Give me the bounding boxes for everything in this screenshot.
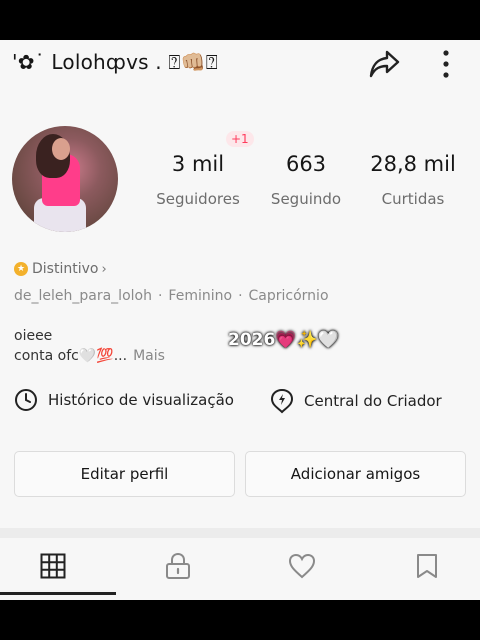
active-tab-indicator [0, 592, 116, 595]
share-button[interactable] [366, 46, 402, 82]
username[interactable]: '✿˙ Lolohȹvs . ⍰👊🏼⍰ [12, 50, 218, 74]
more-options-button[interactable] [432, 46, 460, 82]
bio: oieee conta ofc🤍💯... Mais [14, 326, 165, 366]
new-followers-badge: +1 [226, 131, 254, 147]
avatar-photo-part [52, 138, 70, 160]
heart-icon [288, 553, 316, 579]
share-arrow-icon [369, 50, 400, 78]
tab-liked[interactable] [282, 548, 322, 584]
watch-history-label: Histórico de visualização [48, 391, 234, 409]
add-friends-button[interactable]: Adicionar amigos [245, 451, 466, 497]
tag-gender: Feminino [168, 288, 233, 304]
tab-videos[interactable] [33, 548, 73, 584]
creator-center-label: Central do Criador [304, 392, 442, 410]
stat-label: Curtidas [381, 190, 445, 208]
bookmark-icon [417, 554, 437, 578]
content-tabs [0, 538, 480, 600]
tag-username[interactable]: de_leleh_para_loloh [14, 288, 152, 304]
bio-line: conta ofc🤍💯... [14, 348, 128, 364]
profile-screen: '✿˙ Lolohȹvs . ⍰👊🏼⍰ +1 3 mil Seguidores … [0, 40, 480, 600]
top-bar: '✿˙ Lolohȹvs . ⍰👊🏼⍰ [0, 40, 480, 88]
stat-value: 28,8 mil [370, 152, 456, 176]
bio-line-row: conta ofc🤍💯... Mais [14, 346, 165, 366]
bio-line: oieee [14, 328, 53, 344]
divider [0, 528, 480, 538]
stat-likes[interactable]: 28,8 mil Curtidas [358, 152, 468, 208]
separator-dot: · [157, 288, 163, 304]
edit-profile-button[interactable]: Editar perfil [14, 451, 235, 497]
avatar[interactable] [12, 126, 118, 232]
stat-label: Seguindo [270, 190, 342, 208]
stat-following[interactable]: 663 Seguindo [251, 152, 361, 208]
lightning-pin-icon [270, 388, 294, 414]
badge-coin-icon: ★ [14, 262, 28, 276]
clock-icon [15, 389, 37, 411]
stat-followers[interactable]: 3 mil Seguidores [143, 152, 253, 208]
chevron-right-icon: › [101, 261, 107, 277]
grid-icon [40, 553, 66, 579]
badge-label: Distintivo [32, 261, 99, 277]
tab-private[interactable] [158, 548, 198, 584]
profile-tags: de_leleh_para_loloh · Feminino · Capricórnio [14, 288, 329, 304]
stat-value: 663 [285, 152, 327, 176]
stat-value: 3 mil [171, 152, 225, 176]
watch-history-link[interactable]: Histórico de visualização [14, 388, 234, 412]
more-vertical-icon [443, 50, 449, 78]
separator-dot: · [238, 288, 243, 304]
creator-center-link[interactable]: Central do Criador [270, 388, 442, 414]
badge-link[interactable]: ★ Distintivo › [14, 261, 107, 277]
sticker-overlay: 2026💗✨🤍 [228, 330, 339, 350]
tab-saved[interactable] [407, 548, 447, 584]
tag-zodiac: Capricórnio [248, 288, 329, 304]
stat-label: Seguidores [156, 190, 240, 208]
bio-more-link[interactable]: Mais [133, 348, 165, 364]
lock-icon [166, 552, 190, 579]
